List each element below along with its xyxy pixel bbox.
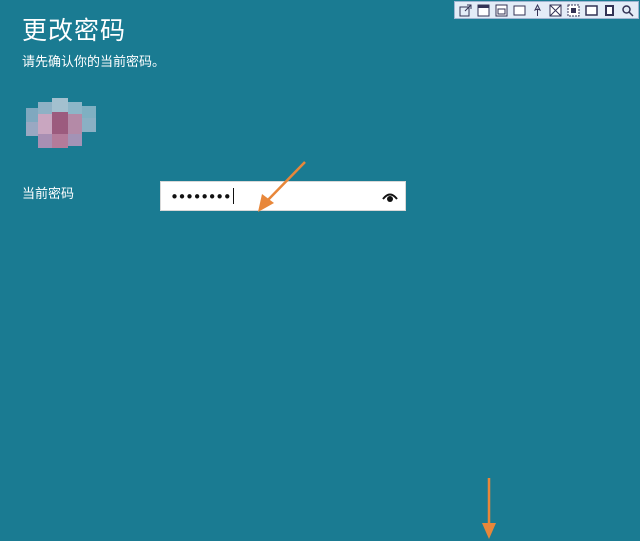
eye-icon[interactable] xyxy=(382,189,398,205)
pin-icon[interactable] xyxy=(530,3,544,17)
text-caret xyxy=(233,188,235,204)
page-title: 更改密码 xyxy=(22,16,127,45)
crop-icon[interactable] xyxy=(548,3,562,17)
window-alt-icon[interactable] xyxy=(494,3,508,17)
annotation-arrows xyxy=(258,161,496,539)
film-icon[interactable] xyxy=(602,3,616,17)
annotation-arrow-bottom xyxy=(482,478,496,539)
fullscreen-icon[interactable] xyxy=(584,3,598,17)
window-icon[interactable] xyxy=(476,3,490,17)
region-icon[interactable] xyxy=(566,3,580,17)
password-value[interactable]: •••••••• xyxy=(170,186,235,208)
search-icon[interactable] xyxy=(620,3,634,17)
current-password-field[interactable]: •••••••• xyxy=(160,181,406,211)
current-password-label: 当前密码 xyxy=(22,187,75,202)
avatar xyxy=(12,98,104,150)
share-icon[interactable] xyxy=(458,3,472,17)
capture-toolbar xyxy=(454,1,639,19)
page-subtitle: 请先确认你的当前密码。 xyxy=(22,55,166,70)
rectangle-icon[interactable] xyxy=(512,3,526,17)
